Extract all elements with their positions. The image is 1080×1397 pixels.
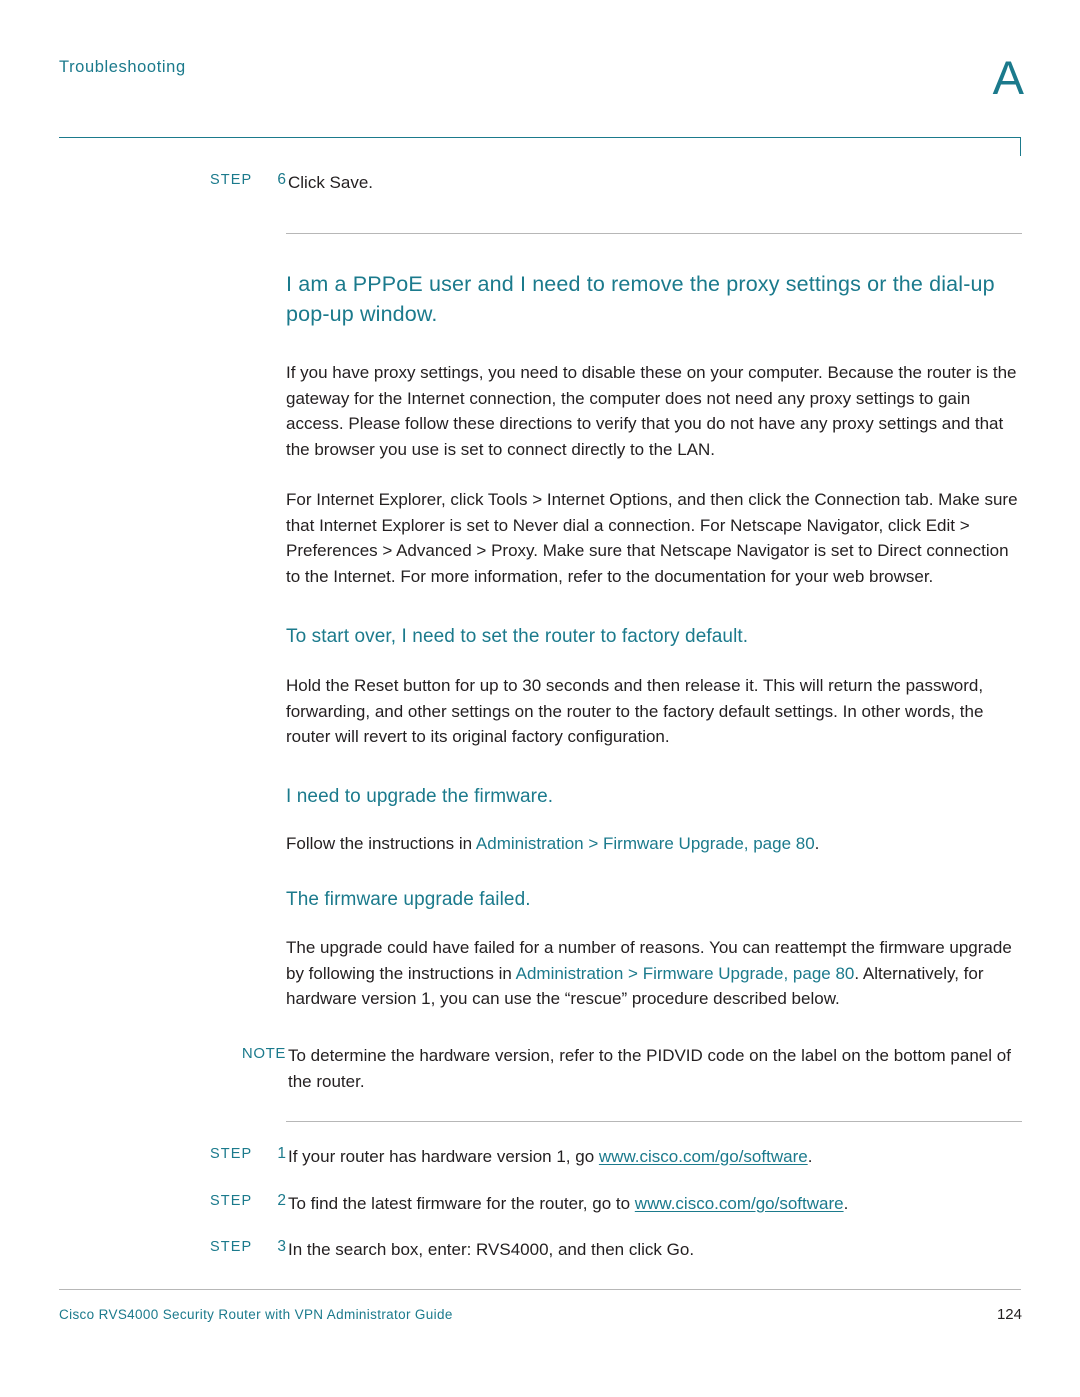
footer-divider [59, 1289, 1021, 1290]
section-divider-steps [286, 1120, 1022, 1122]
document-page: Troubleshooting A STEP 6 Click Save. I a… [0, 0, 1080, 1397]
paragraph-pppoe-2: For Internet Explorer, click Tools > Int… [286, 490, 1018, 586]
cross-reference-link[interactable]: Administration > Firmware Upgrade, page … [476, 834, 815, 853]
paragraph-text-end: . [814, 833, 820, 853]
footer-page-number: 124 [996, 1306, 1022, 1323]
heading-pppoe: I am a PPPoE user and I need to remove t… [286, 272, 995, 326]
step-number: 3 [277, 1237, 286, 1255]
step-row-1: STEP 1 If your router has hardware versi… [210, 1144, 1022, 1169]
external-link[interactable]: www.cisco.com/go/software [599, 1147, 808, 1166]
step-text: Click Save. [288, 173, 374, 192]
heading-upgrade-firmware: I need to upgrade the firmware. [286, 785, 554, 807]
footer-title: Cisco RVS4000 Security Router with VPN A… [59, 1307, 453, 1322]
page-header: Troubleshooting A [0, 51, 1080, 158]
step-text: To find the latest firmware for the rout… [288, 1191, 1022, 1216]
paragraph-text: Follow the instructions in [286, 833, 476, 853]
step-text-prefix: If your router has hardware version 1, g… [288, 1146, 599, 1166]
step-number: 6 [277, 171, 286, 188]
step-text: If your router has hardware version 1, g… [288, 1144, 1022, 1169]
note-label: NOTE [241, 1044, 286, 1062]
page-content: STEP 6 Click Save. I am a PPPoE user and… [0, 170, 1080, 1262]
step-label: STEP [210, 172, 253, 188]
step-number: 2 [277, 1191, 286, 1209]
note-text: To determine the hardware version, refer… [288, 1045, 1011, 1091]
header-divider-tick [1020, 137, 1021, 156]
paragraph-factory-default: Hold the Reset button for up to 30 secon… [286, 676, 984, 746]
header-appendix-letter: A [992, 51, 1024, 104]
step-label: STEP [210, 1192, 253, 1209]
step-text-suffix: . [843, 1193, 849, 1213]
external-link[interactable]: www.cisco.com/go/software [635, 1194, 844, 1213]
paragraph-upgrade-failed: The upgrade could have failed for a numb… [286, 935, 1022, 1012]
step-label: STEP [210, 1145, 253, 1162]
heading-factory-default: To start over, I need to set the router … [286, 626, 749, 647]
paragraph-pppoe-1: If you have proxy settings, you need to … [286, 363, 1017, 459]
heading-upgrade-failed: The firmware upgrade failed. [286, 889, 531, 910]
paragraph-upgrade-firmware: Follow the instructions in Administratio… [286, 831, 1022, 857]
step-text: In the search box, enter: RVS4000, and t… [288, 1239, 695, 1259]
cross-reference-link[interactable]: Administration > Firmware Upgrade, page … [516, 964, 855, 983]
header-chapter-label: Troubleshooting [59, 58, 186, 76]
step-text-suffix: . [807, 1146, 813, 1166]
step-row-6: STEP 6 Click Save. [210, 170, 1022, 195]
step-row-3: STEP 3 In the search box, enter: RVS4000… [210, 1237, 1022, 1262]
step-number: 1 [277, 1144, 286, 1162]
note-row: NOTE To determine the hardware version, … [210, 1043, 1022, 1095]
step-text-prefix: To find the latest firmware for the rout… [288, 1193, 635, 1213]
header-divider [59, 137, 1021, 138]
step-label: STEP [210, 1238, 253, 1255]
section-divider [286, 233, 1022, 234]
step-row-2: STEP 2 To find the latest firmware for t… [210, 1191, 1022, 1216]
